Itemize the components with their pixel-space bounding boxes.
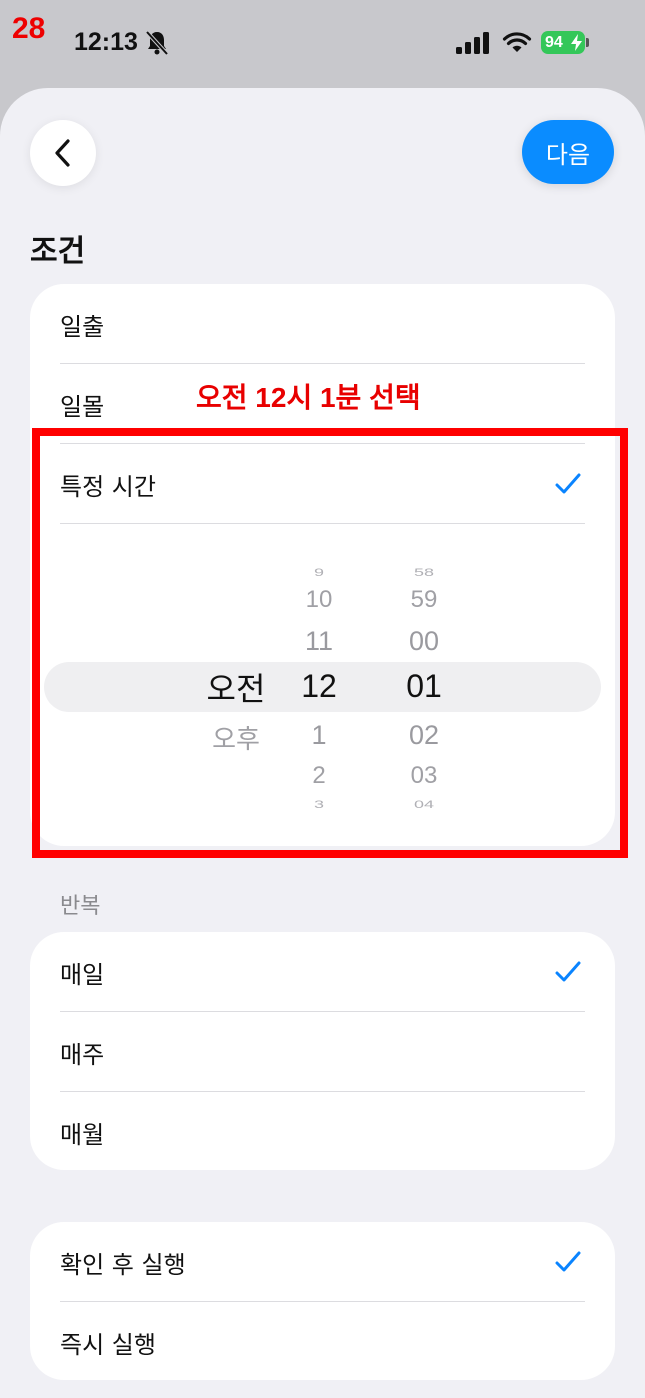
back-button[interactable] — [30, 120, 96, 186]
option-label: 매일 — [60, 960, 105, 989]
option-label: 일출 — [60, 312, 105, 341]
bell-off-icon — [145, 30, 169, 56]
status-time: 12:13 — [74, 28, 138, 56]
repeat-card: 매일 매주 매월 — [30, 932, 615, 1170]
condition-option-sunrise[interactable]: 일출 — [30, 284, 615, 364]
option-label: 매주 — [60, 1040, 105, 1069]
execution-option-confirm[interactable]: 확인 후 실행 — [30, 1222, 615, 1302]
option-label: 즉시 실행 — [60, 1330, 156, 1359]
repeat-section-label: 반복 — [60, 894, 101, 919]
annotation-label: 오전 12시 1분 선택 — [196, 382, 421, 413]
step-number: 28 — [12, 12, 46, 45]
option-label: 일몰 — [60, 392, 105, 421]
status-bar: 12:13 94 — [0, 0, 645, 88]
checkmark-icon — [555, 1251, 581, 1272]
repeat-option-weekly[interactable]: 매주 — [30, 1012, 615, 1092]
execution-card: 확인 후 실행 즉시 실행 — [30, 1222, 615, 1380]
option-label: 확인 후 실행 — [60, 1250, 186, 1279]
battery-indicator: 94 — [541, 31, 585, 54]
option-label: 매월 — [60, 1120, 105, 1149]
repeat-option-monthly[interactable]: 매월 — [30, 1092, 615, 1170]
annotation-highlight-box — [32, 428, 628, 858]
checkmark-icon — [555, 961, 581, 982]
signal-icon — [456, 32, 489, 54]
charging-bolt-icon — [571, 34, 582, 51]
chevron-left-icon — [55, 139, 70, 167]
battery-level: 94 — [545, 34, 563, 51]
wifi-icon — [502, 32, 532, 52]
page-title: 조건 — [30, 234, 86, 269]
repeat-option-daily[interactable]: 매일 — [30, 932, 615, 1012]
next-button[interactable]: 다음 — [522, 120, 614, 184]
execution-option-immediate[interactable]: 즉시 실행 — [30, 1302, 615, 1380]
battery-cap — [586, 38, 589, 47]
